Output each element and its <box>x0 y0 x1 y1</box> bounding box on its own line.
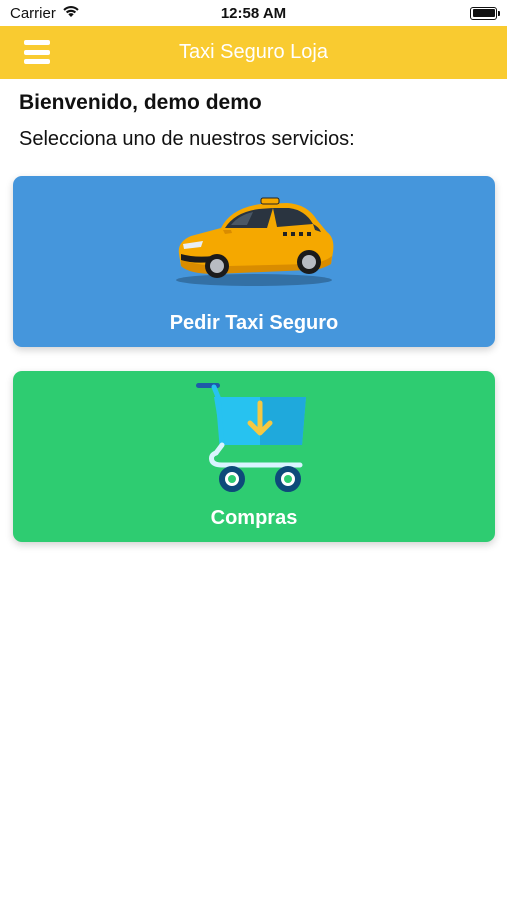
taxi-car-image <box>169 194 339 294</box>
services-prompt: Selecciona uno de nuestros servicios: <box>19 128 355 150</box>
hamburger-menu-icon[interactable] <box>24 40 50 64</box>
welcome-heading: Bienvenido, demo demo <box>19 91 262 114</box>
taxi-service-card[interactable]: Pedir Taxi Seguro <box>13 176 495 347</box>
carrier-label: Carrier <box>10 4 56 22</box>
nav-title: Taxi Seguro Loja <box>179 41 328 63</box>
wifi-icon <box>62 4 80 22</box>
taxi-service-label: Pedir Taxi Seguro <box>169 312 339 334</box>
shopping-service-label: Compras <box>210 507 298 529</box>
battery-icon <box>470 6 500 20</box>
navbar: Taxi Seguro Loja <box>0 26 507 79</box>
status-bar: Carrier 12:58 AM <box>0 0 507 26</box>
shopping-service-card[interactable]: Compras <box>13 371 495 542</box>
shopping-cart-icon <box>196 383 312 500</box>
status-left: Carrier <box>10 4 80 22</box>
